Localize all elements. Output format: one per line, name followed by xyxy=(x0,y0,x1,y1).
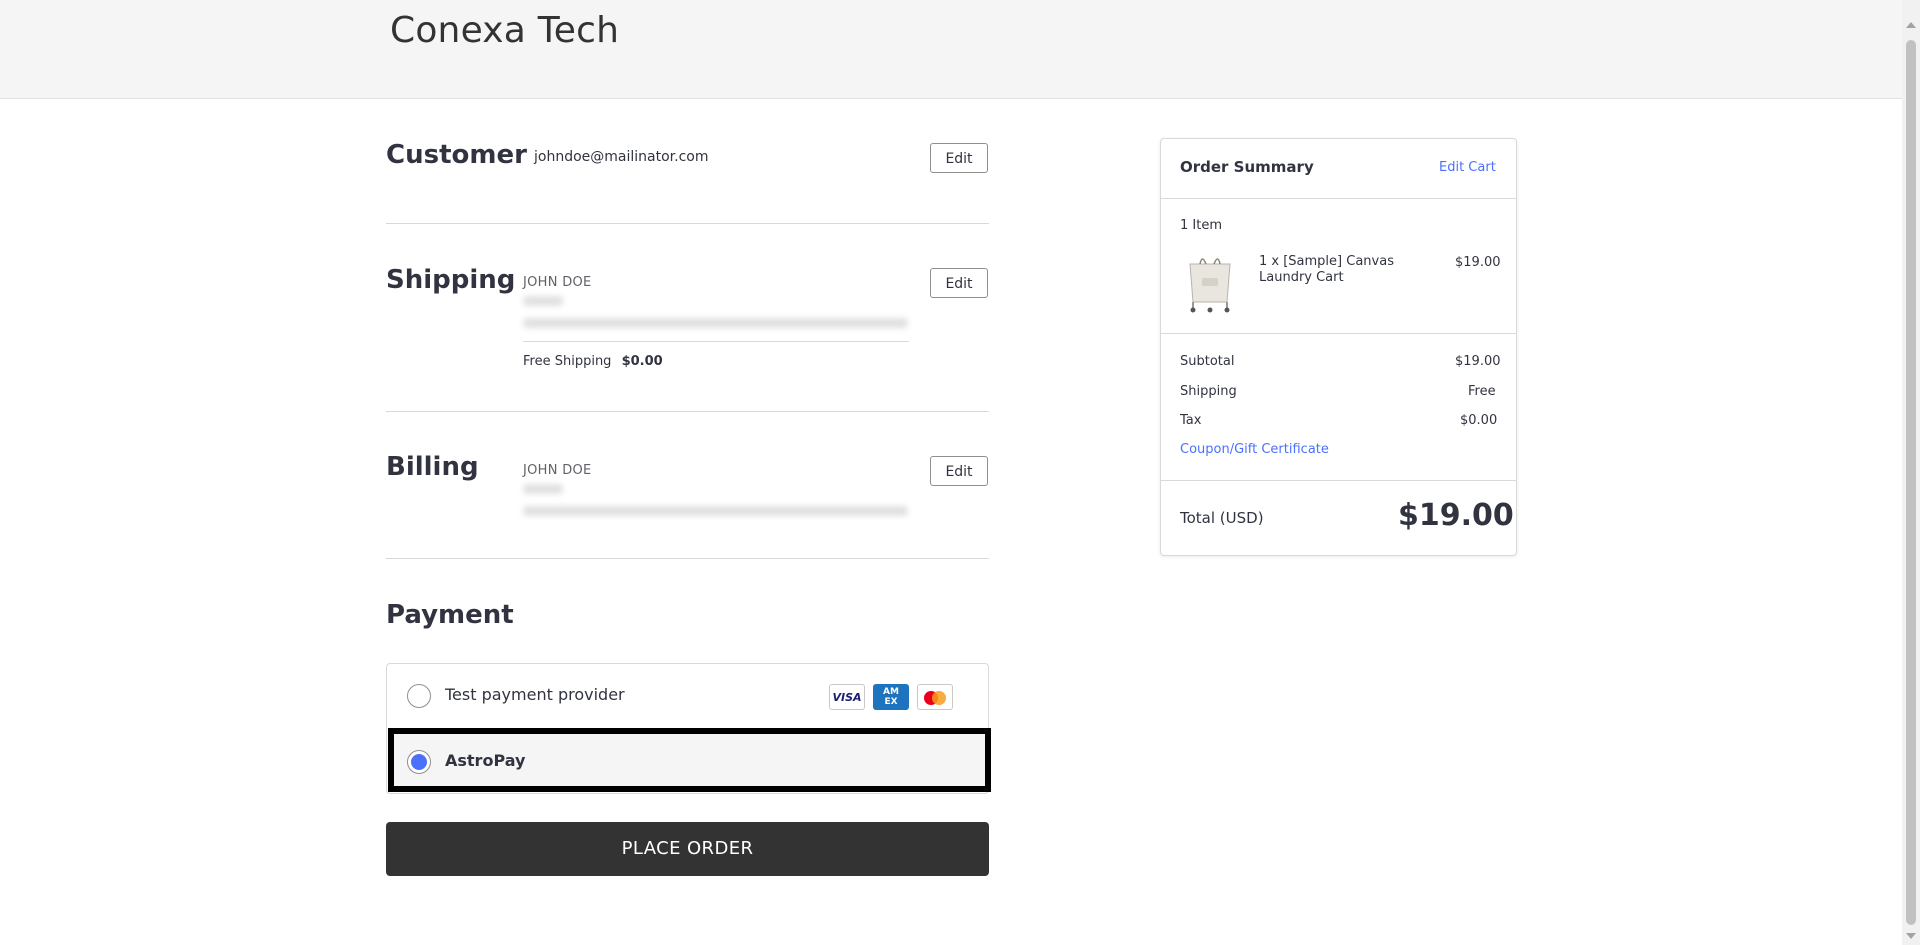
summary-divider xyxy=(1160,333,1517,334)
page-header: Conexa Tech xyxy=(0,0,1902,99)
shipping-value: Free xyxy=(1468,384,1496,399)
item-count: 1 Item xyxy=(1180,218,1222,233)
customer-edit-button[interactable]: Edit xyxy=(930,143,988,173)
shipping-address-redacted xyxy=(523,318,908,328)
tax-value: $0.00 xyxy=(1460,413,1498,428)
payment-title: Payment xyxy=(386,600,514,630)
section-divider xyxy=(386,558,989,559)
shipping-method-label: Free Shipping xyxy=(523,354,612,369)
payment-option-test-provider-label[interactable]: Test payment provider xyxy=(445,685,625,704)
section-divider xyxy=(386,223,989,224)
shipping-method: Free Shipping $0.00 xyxy=(523,354,663,369)
shipping-edit-button[interactable]: Edit xyxy=(930,268,988,298)
coupon-link[interactable]: Coupon/Gift Certificate xyxy=(1180,442,1329,457)
summary-divider xyxy=(1160,198,1517,199)
shipping-title: Shipping xyxy=(386,265,516,295)
payment-radio-astropay[interactable] xyxy=(407,750,431,774)
total-value: $19.00 xyxy=(1398,498,1514,533)
amex-icon: AM EX xyxy=(873,684,909,710)
shipping-inner-divider xyxy=(523,341,909,342)
order-item-price: $19.00 xyxy=(1455,255,1501,270)
subtotal-label: Subtotal xyxy=(1180,354,1235,369)
billing-address-redacted xyxy=(523,506,908,516)
billing-title: Billing xyxy=(386,452,479,482)
edit-cart-link[interactable]: Edit Cart xyxy=(1439,160,1496,175)
payment-radio-test-provider[interactable] xyxy=(407,684,431,708)
scroll-up-icon[interactable] xyxy=(1906,22,1916,28)
billing-edit-button[interactable]: Edit xyxy=(930,456,988,486)
subtotal-value: $19.00 xyxy=(1455,354,1501,369)
scrollbar[interactable] xyxy=(1902,0,1920,945)
product-thumbnail[interactable] xyxy=(1182,250,1238,314)
store-brand[interactable]: Conexa Tech xyxy=(390,10,619,51)
place-order-button[interactable]: PLACE ORDER xyxy=(386,822,989,876)
section-divider xyxy=(386,411,989,412)
customer-title: Customer xyxy=(386,140,527,170)
total-label: Total (USD) xyxy=(1180,509,1264,527)
summary-divider xyxy=(1160,480,1517,481)
shipping-method-cost: $0.00 xyxy=(621,354,663,369)
billing-name: JOHN DOE xyxy=(523,463,592,478)
order-summary-panel xyxy=(1160,138,1517,556)
shipping-label: Shipping xyxy=(1180,384,1237,399)
scroll-thumb[interactable] xyxy=(1906,40,1916,925)
order-item-name: 1 x [Sample] Canvas Laundry Cart xyxy=(1259,254,1394,285)
mastercard-icon xyxy=(917,684,953,710)
payment-option-astropay-label[interactable]: AstroPay xyxy=(445,751,525,770)
scroll-down-icon[interactable] xyxy=(1906,933,1916,939)
visa-icon: VISA xyxy=(829,684,865,710)
customer-email: johndoe@mailinator.com xyxy=(534,149,709,165)
order-summary-title: Order Summary xyxy=(1180,158,1314,176)
shipping-name: JOHN DOE xyxy=(523,275,592,290)
shipping-address-redacted xyxy=(523,296,563,306)
tax-label: Tax xyxy=(1180,413,1202,428)
billing-address-redacted xyxy=(523,484,563,494)
